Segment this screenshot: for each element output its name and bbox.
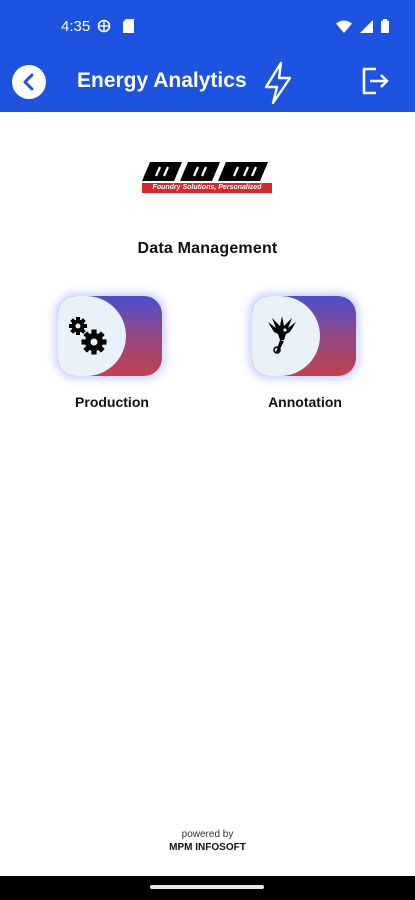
back-button[interactable] [12,65,46,99]
logout-icon [362,67,389,95]
wifi-icon [336,20,353,33]
system-nav-bar [0,876,415,900]
logo-tagline: Foundry Solutions, Personalized [142,183,272,193]
status-right-icons [336,19,389,38]
footer-company: MPM INFOSOFT [169,842,246,853]
home-gesture-handle[interactable] [150,885,264,889]
tile-inner [58,296,126,376]
gears-icon [69,317,107,355]
lightning-bolt-icon [264,61,292,105]
tile-inner [252,296,320,376]
footer-powered-by: powered by [181,829,234,840]
dove-pen-icon [268,316,296,354]
annotation-tile[interactable] [252,296,356,378]
logout-button[interactable] [360,65,392,102]
mpm-logo-mark [142,162,268,181]
chevron-left-icon [23,73,34,91]
tile-card [58,296,162,376]
annotation-label: Annotation [268,394,342,410]
cellular-signal-icon [359,20,373,33]
status-left-icons [97,19,135,38]
production-tile[interactable] [58,296,162,378]
tile-card [252,296,356,376]
company-logo: Foundry Solutions, Personalized [142,160,274,194]
vpn-icon [97,19,111,33]
section-title: Data Management [137,240,278,257]
status-bar: 4:35 [0,0,415,52]
status-time: 4:35 [61,18,91,35]
app-title: Energy Analytics [77,69,247,92]
battery-icon [381,19,389,33]
app-bar: Energy Analytics [0,52,415,112]
production-label: Production [75,394,149,410]
sim-card-icon [123,19,135,33]
